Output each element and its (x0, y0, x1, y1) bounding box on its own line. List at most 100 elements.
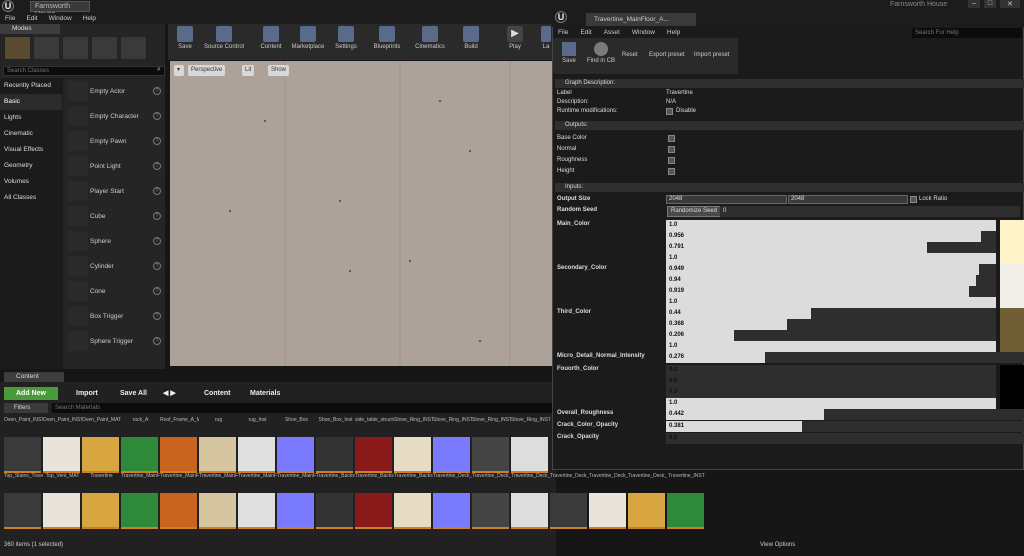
color-channel-slider[interactable]: 0.949 (666, 264, 996, 275)
place-mode-icon[interactable] (4, 36, 31, 60)
cinematics-button[interactable]: Cinematics (412, 26, 448, 58)
search-materials-input[interactable]: Search Materials (52, 403, 552, 413)
import-button[interactable]: Import (76, 387, 98, 400)
item-empty-actor[interactable]: Empty Actor? (64, 79, 164, 104)
color-swatch[interactable] (1000, 308, 1024, 352)
scalar-slider[interactable]: 0.442 (666, 409, 1024, 420)
add-new-button[interactable]: Add New (4, 387, 58, 400)
menu-edit[interactable]: Edit (26, 13, 37, 24)
save-button[interactable]: Save (172, 26, 198, 58)
color-swatch[interactable] (1000, 220, 1024, 264)
help-icon[interactable]: ? (153, 162, 161, 170)
category-basic[interactable]: Basic (0, 94, 62, 110)
search-classes-input[interactable]: Search Classes (3, 66, 165, 76)
color-channel-slider[interactable]: 0.44 (666, 308, 996, 319)
asset-thumbnail[interactable] (355, 493, 392, 529)
asset-thumbnail[interactable] (277, 437, 314, 473)
color-channel-slider[interactable]: 1.0 (666, 253, 996, 264)
asset-thumbnail[interactable] (160, 493, 197, 529)
scalar-slider[interactable]: 0.0 (666, 433, 1024, 444)
category-recently-placed[interactable]: Recently Placed (0, 78, 62, 94)
asset-thumbnail[interactable] (316, 437, 353, 473)
modes-tab[interactable]: Modes (0, 24, 60, 34)
lock-ratio-checkbox[interactable] (910, 196, 917, 203)
asset-thumbnail[interactable] (472, 437, 509, 473)
asset-thumbnail[interactable] (4, 493, 41, 529)
play-button[interactable]: ▶ Play (502, 26, 528, 58)
mat-menu-edit[interactable]: Edit (580, 27, 591, 38)
import-preset-button[interactable]: Import preset (694, 52, 729, 58)
view-options-button[interactable]: View Options (760, 542, 795, 548)
launch-button[interactable]: La (540, 26, 552, 58)
help-icon[interactable]: ? (153, 237, 161, 245)
help-icon[interactable]: ? (153, 337, 161, 345)
help-icon[interactable]: ? (153, 312, 161, 320)
material-tab[interactable]: Travertine_MainFloor_A... (586, 13, 696, 26)
settings-button[interactable]: Settings (331, 26, 361, 58)
color-channel-slider[interactable]: 0.919 (666, 286, 996, 297)
asset-thumbnail[interactable] (394, 493, 431, 529)
export-preset-button[interactable]: Export preset (649, 52, 685, 58)
asset-thumbnail[interactable] (277, 493, 314, 529)
item-empty-pawn[interactable]: Empty Pawn? (64, 129, 164, 154)
blueprints-button[interactable]: Blueprints (370, 26, 404, 58)
reset-button[interactable]: Reset (622, 52, 638, 58)
help-icon[interactable]: ? (153, 137, 161, 145)
level-viewport[interactable] (170, 61, 556, 366)
asset-thumbnail[interactable] (121, 493, 158, 529)
mat-menu-window[interactable]: Window (632, 27, 655, 38)
asset-thumbnail[interactable] (316, 493, 353, 529)
item-sphere-trigger[interactable]: Sphere Trigger? (64, 329, 164, 354)
item-cone[interactable]: Cone? (64, 279, 164, 304)
landscape-mode-icon[interactable] (62, 36, 89, 60)
asset-thumbnail[interactable] (589, 493, 626, 529)
asset-thumbnail[interactable] (199, 493, 236, 529)
asset-thumbnail[interactable] (511, 493, 548, 529)
color-swatch[interactable] (1000, 365, 1024, 409)
output-checkbox[interactable] (668, 157, 675, 164)
output-size-width-select[interactable]: 2048 (666, 195, 787, 204)
asset-thumbnail[interactable] (511, 437, 548, 473)
item-point-light[interactable]: Point Light? (64, 154, 164, 179)
asset-thumbnail[interactable] (160, 437, 197, 473)
asset-thumbnail[interactable] (394, 437, 431, 473)
randomize-seed-button[interactable]: Randomize Seed (667, 206, 722, 217)
color-channel-slider[interactable]: 0.0 (666, 376, 996, 387)
content-button[interactable]: Content (256, 26, 286, 58)
color-channel-slider[interactable]: 0.956 (666, 231, 996, 242)
paint-mode-icon[interactable] (33, 36, 60, 60)
category-visual-effects[interactable]: Visual Effects (0, 142, 62, 158)
help-icon[interactable]: ? (153, 212, 161, 220)
show-button[interactable]: Show (268, 65, 290, 76)
asset-thumbnail[interactable] (433, 437, 470, 473)
color-swatch[interactable] (1000, 264, 1024, 308)
output-checkbox[interactable] (668, 168, 675, 175)
breadcrumb-materials[interactable]: Materials (250, 387, 280, 400)
mat-menu-file[interactable]: File (558, 27, 568, 38)
asset-thumbnail[interactable] (199, 437, 236, 473)
asset-thumbnail[interactable] (667, 493, 704, 529)
geometry-mode-icon[interactable] (120, 36, 147, 60)
perspective-button[interactable]: Perspective (188, 65, 226, 76)
scalar-slider[interactable]: 0.276 (666, 352, 1024, 363)
category-all-classes[interactable]: All Classes (0, 190, 62, 206)
level-tab[interactable]: Farnsworth House (30, 1, 90, 18)
item-cube[interactable]: Cube? (64, 204, 164, 229)
color-channel-slider[interactable]: 0.368 (666, 319, 996, 330)
random-seed-field[interactable]: 0 (720, 206, 1020, 217)
asset-thumbnail[interactable] (433, 493, 470, 529)
scalar-slider[interactable]: 0.381 (666, 421, 1024, 432)
output-checkbox[interactable] (668, 135, 675, 142)
marketplace-button[interactable]: Marketplace (288, 26, 328, 58)
item-cylinder[interactable]: Cylinder? (64, 254, 164, 279)
output-checkbox[interactable] (668, 146, 675, 153)
menu-help[interactable]: Help (83, 13, 96, 24)
foliage-mode-icon[interactable] (91, 36, 118, 60)
color-channel-slider[interactable]: 1.0 (666, 297, 996, 308)
build-button[interactable]: Build (458, 26, 484, 58)
asset-thumbnail[interactable] (43, 437, 80, 473)
runtime-checkbox[interactable] (666, 108, 673, 115)
color-channel-slider[interactable]: 1.0 (666, 220, 996, 231)
item-player-start[interactable]: Player Start? (64, 179, 164, 204)
menu-file[interactable]: File (5, 13, 15, 24)
